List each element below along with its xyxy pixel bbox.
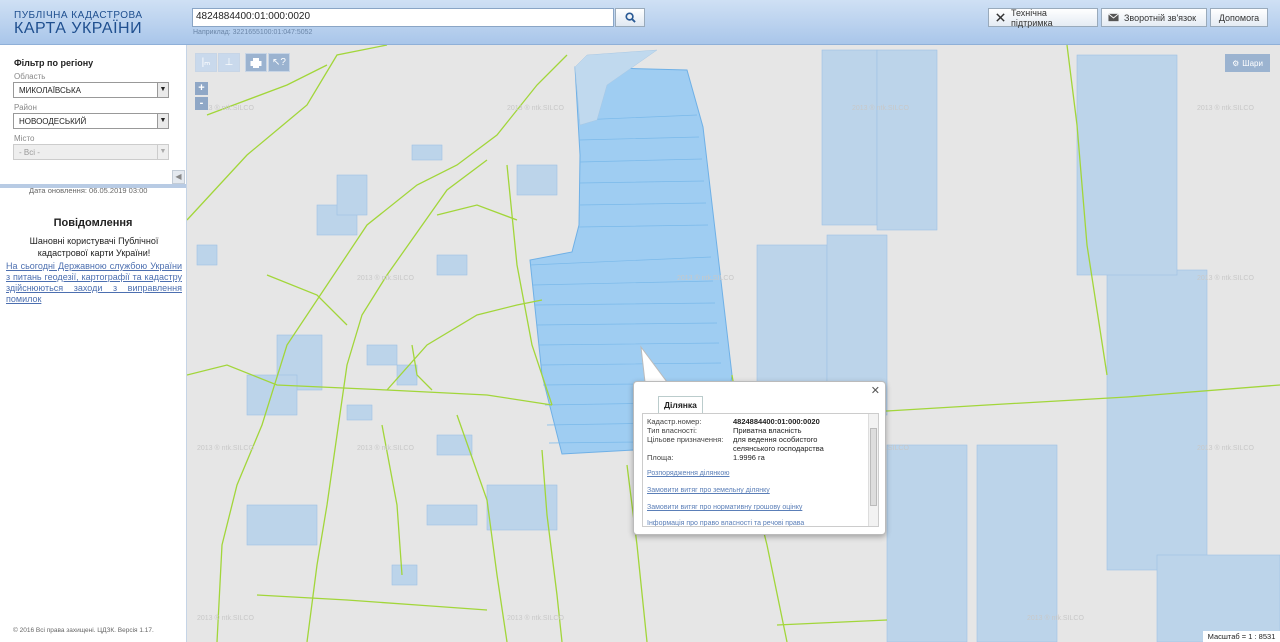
cadastral-map[interactable]: 2013 ® ntk.SILCO 2013 ® ntk.SILCO 2013 ®… xyxy=(187,45,1280,642)
print-button[interactable] xyxy=(245,53,267,72)
misto-label: Місто xyxy=(14,134,35,143)
sidebar: Фільтр по регіону Область МИКОЛАЇВСЬКА ▼… xyxy=(0,45,187,642)
svg-text:2013 ® ntk.SILCO: 2013 ® ntk.SILCO xyxy=(357,444,414,452)
svg-text:2013 ® ntk.SILCO: 2013 ® ntk.SILCO xyxy=(1197,444,1254,452)
rayon-value: НОВООДЕСЬКИЙ xyxy=(19,117,87,126)
chevron-down-icon: ▼ xyxy=(157,83,168,97)
misto-select[interactable]: - Всі - ▼ xyxy=(13,144,169,160)
news-title: Повідомлення xyxy=(53,217,133,229)
area-value: 1.9996 га xyxy=(733,453,765,462)
row-label: Цільове призначення: xyxy=(647,435,724,444)
update-date: Дата оновлення: 06.05.2019 03:00 xyxy=(29,186,148,195)
svg-text:2013 ® ntk.SILCO: 2013 ® ntk.SILCO xyxy=(1197,104,1254,112)
parcels xyxy=(196,49,1280,642)
app-header: ПУБЛІЧНА КАДАСТРОВА КАРТА УКРАЇНИ 482488… xyxy=(0,0,1280,45)
order-extract-link[interactable]: Замовити витяг про земельну ділянку xyxy=(647,487,770,494)
ruler-icon: |ₘ xyxy=(201,57,211,68)
cadastral-search-input[interactable]: 4824884400:01:000:0020 xyxy=(192,8,614,27)
svg-text:2013 ® ntk.SILCO: 2013 ® ntk.SILCO xyxy=(507,104,564,112)
layers-button[interactable]: ⚙ Шари xyxy=(1225,54,1270,72)
feedback-button[interactable]: Зворотній зв'язок xyxy=(1101,8,1207,27)
search-button[interactable] xyxy=(615,8,645,27)
oblast-value: МИКОЛАЇВСЬКА xyxy=(19,86,82,95)
help-label: Допомога xyxy=(1218,12,1260,23)
parcel-info-popup: ✕ Ділянка Кадастр.номер: 4824884400:01:0… xyxy=(633,381,886,535)
order-valuation-link[interactable]: Замовити витяг про нормативну грошову оц… xyxy=(647,504,802,511)
oblast-label: Область xyxy=(14,72,46,81)
layers-label: Шари xyxy=(1242,58,1263,68)
region-filter-panel: Фільтр по регіону Область МИКОЛАЇВСЬКА ▼… xyxy=(0,45,186,185)
measure-distance-button[interactable]: |ₘ xyxy=(195,53,217,72)
identify-button[interactable]: ↖? xyxy=(268,53,290,72)
measure-area-button[interactable]: ⊥ xyxy=(218,53,240,72)
row-label: Площа: xyxy=(647,453,674,462)
svg-text:2013 ® ntk.SILCO: 2013 ® ntk.SILCO xyxy=(1197,274,1254,282)
ownership-value: Приватна власність xyxy=(733,426,802,435)
manage-parcel-link[interactable]: Розпорядження ділянкою xyxy=(647,470,729,477)
zoom-in-button[interactable]: + xyxy=(195,82,208,95)
close-icon[interactable]: ✕ xyxy=(871,384,880,397)
zoom-out-button[interactable]: - xyxy=(195,97,208,110)
envelope-icon xyxy=(1108,13,1119,22)
area-icon: ⊥ xyxy=(224,57,234,68)
chevron-down-icon: ▼ xyxy=(157,145,168,159)
search-icon xyxy=(624,12,636,23)
scale-indicator: Масштаб = 1 : 8531 xyxy=(1203,631,1280,642)
rayon-label: Район xyxy=(14,103,37,112)
ownership-info-link[interactable]: Інформація про право власності та речові… xyxy=(647,520,804,526)
purpose-value: для ведення особистого селянського госпо… xyxy=(733,435,824,453)
tech-support-label: Технічна підтримка xyxy=(1011,7,1053,28)
map-canvas[interactable]: 2013 ® ntk.SILCO 2013 ® ntk.SILCO 2013 ®… xyxy=(187,45,1280,642)
copyright: © 2016 Всі права захищені. ЦДЗК. Версія … xyxy=(13,627,154,634)
scrollbar-thumb[interactable] xyxy=(870,428,877,506)
news-text: Шановні користувачі Публічної кадастрово… xyxy=(29,236,159,258)
svg-text:2013 ® ntk.SILCO: 2013 ® ntk.SILCO xyxy=(852,104,909,112)
feedback-label: Зворотній зв'язок xyxy=(1124,12,1197,23)
svg-text:2013 ® ntk.SILCO: 2013 ® ntk.SILCO xyxy=(677,274,734,282)
gear-icon: ⚙ xyxy=(1232,58,1240,68)
help-button[interactable]: Допомога xyxy=(1210,8,1268,27)
logo-line2: КАРТА УКРАЇНИ xyxy=(14,20,143,37)
filter-title: Фільтр по регіону xyxy=(14,58,94,68)
news-link[interactable]: На сьогодні Державною службою України з … xyxy=(6,261,182,305)
misto-value: - Всі - xyxy=(19,148,40,157)
oblast-select[interactable]: МИКОЛАЇВСЬКА ▼ xyxy=(13,82,169,98)
svg-text:2013 ® ntk.SILCO: 2013 ® ntk.SILCO xyxy=(357,274,414,282)
cadastral-number-value: 4824884400:01:000:0020 xyxy=(733,417,820,426)
cursor-question-icon: ↖? xyxy=(272,57,286,68)
search-example-hint: Наприклад: 3221655100:01:047:5052 xyxy=(193,29,313,36)
row-label: Кадастр.номер: xyxy=(647,417,702,426)
tech-support-button[interactable]: Технічна підтримка xyxy=(988,7,1098,28)
popup-scrollbar[interactable] xyxy=(868,414,878,526)
tools-icon xyxy=(996,13,1005,22)
tab-parcel[interactable]: Ділянка xyxy=(658,396,703,413)
svg-text:2013 ® ntk.SILCO: 2013 ® ntk.SILCO xyxy=(507,614,564,622)
svg-text:2013 ® ntk.SILCO: 2013 ® ntk.SILCO xyxy=(1027,614,1084,622)
popup-body: Кадастр.номер: 4824884400:01:000:0020 Ти… xyxy=(642,413,879,527)
collapse-panel-button[interactable]: ◀ xyxy=(172,170,185,184)
chevron-down-icon: ▼ xyxy=(157,114,168,128)
row-label: Тип власності: xyxy=(647,426,697,435)
svg-text:2013 ® ntk.SILCO: 2013 ® ntk.SILCO xyxy=(197,614,254,622)
printer-icon xyxy=(250,57,262,68)
rayon-select[interactable]: НОВООДЕСЬКИЙ ▼ xyxy=(13,113,169,129)
app-logo[interactable]: ПУБЛІЧНА КАДАСТРОВА КАРТА УКРАЇНИ xyxy=(14,10,143,38)
svg-text:2013 ® ntk.SILCO: 2013 ® ntk.SILCO xyxy=(197,444,254,452)
